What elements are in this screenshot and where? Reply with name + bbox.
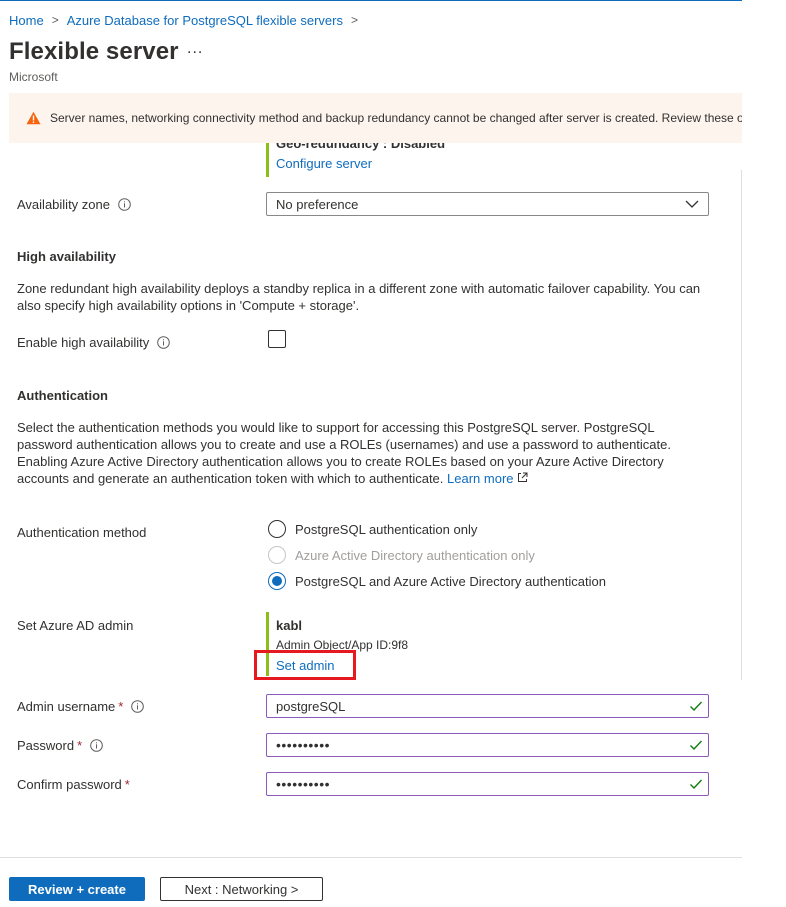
page-title: Flexible server xyxy=(9,38,179,65)
form-scroll-area[interactable]: Geo-redundancy : Disabled Configure serv… xyxy=(0,143,742,855)
radio-aad-only[interactable]: Azure Active Directory authentication on… xyxy=(268,546,535,564)
confirm-password-label: Confirm password * xyxy=(17,777,130,792)
breadcrumb-flexible-servers[interactable]: Azure Database for PostgreSQL flexible s… xyxy=(67,13,343,28)
geo-redundancy-text: Geo-redundancy : Disabled xyxy=(276,143,446,151)
enable-high-availability-label-text: Enable high availability xyxy=(17,335,150,350)
checkmark-icon xyxy=(690,701,703,712)
confirm-password-input[interactable]: •••••••••• xyxy=(266,772,709,796)
radio-postgresql-and-aad[interactable]: PostgreSQL and Azure Active Directory au… xyxy=(268,572,606,590)
configure-server-link[interactable]: Configure server xyxy=(276,156,372,171)
radio-label: Azure Active Directory authentication on… xyxy=(295,547,535,563)
radio-label: PostgreSQL and Azure Active Directory au… xyxy=(295,573,606,589)
chevron-down-icon xyxy=(685,200,699,208)
info-icon[interactable] xyxy=(157,336,171,349)
publisher-label: Microsoft xyxy=(9,70,58,84)
password-label-text: Password xyxy=(17,738,75,753)
radio-button-selected[interactable] xyxy=(268,572,286,590)
availability-zone-label: Availability zone xyxy=(17,197,131,212)
warning-banner: Server names, networking connectivity me… xyxy=(9,93,742,143)
external-link-icon xyxy=(518,472,528,482)
learn-more-link[interactable]: Learn more xyxy=(447,471,528,486)
password-input[interactable]: •••••••••• xyxy=(266,733,709,757)
checkmark-icon xyxy=(690,740,703,751)
radio-label: PostgreSQL authentication only xyxy=(295,521,478,537)
radio-postgresql-only[interactable]: PostgreSQL authentication only xyxy=(268,520,477,538)
availability-zone-value: No preference xyxy=(276,196,359,212)
radio-button[interactable] xyxy=(268,520,286,538)
password-value: •••••••••• xyxy=(276,737,331,753)
review-create-button[interactable]: Review + create xyxy=(9,877,145,901)
warning-icon xyxy=(26,111,41,125)
breadcrumb-home[interactable]: Home xyxy=(9,13,44,28)
radio-button[interactable] xyxy=(268,546,286,564)
warning-text: Server names, networking connectivity me… xyxy=(50,111,742,125)
learn-more-text: Learn more xyxy=(447,471,514,486)
breadcrumb-separator: > xyxy=(51,13,59,27)
required-marker: * xyxy=(124,777,130,792)
confirm-password-value: •••••••••• xyxy=(276,776,331,792)
info-icon[interactable] xyxy=(131,700,145,713)
required-marker: * xyxy=(77,738,83,753)
password-label: Password * xyxy=(17,738,103,753)
breadcrumb-separator: > xyxy=(350,13,358,27)
authentication-description: Select the authentication methods you wo… xyxy=(17,419,712,487)
confirm-password-label-text: Confirm password xyxy=(17,777,122,792)
authentication-description-text: Select the authentication methods you wo… xyxy=(17,420,671,486)
next-networking-button[interactable]: Next : Networking > xyxy=(160,877,323,901)
admin-username-input[interactable]: postgreSQL xyxy=(266,694,709,718)
enable-high-availability-label: Enable high availability xyxy=(17,335,171,350)
checkmark-icon xyxy=(690,779,703,790)
more-options-icon[interactable]: ... xyxy=(187,40,203,58)
availability-zone-label-text: Availability zone xyxy=(17,197,110,212)
admin-username-label: Admin username * xyxy=(17,699,145,714)
top-accent-line xyxy=(0,0,742,1)
info-icon[interactable] xyxy=(118,198,131,211)
info-icon[interactable] xyxy=(90,739,103,752)
ad-admin-name: kabl xyxy=(276,618,303,633)
availability-zone-select[interactable]: No preference xyxy=(266,192,709,216)
footer-divider xyxy=(0,857,742,858)
summary-bar xyxy=(266,143,269,177)
authentication-method-label: Authentication method xyxy=(17,525,147,540)
authentication-heading: Authentication xyxy=(17,388,108,403)
set-admin-highlight-box xyxy=(254,650,356,680)
admin-username-value: postgreSQL xyxy=(276,698,346,714)
enable-high-availability-checkbox[interactable] xyxy=(268,330,286,348)
breadcrumb: Home > Azure Database for PostgreSQL fle… xyxy=(9,12,366,28)
required-marker: * xyxy=(118,699,124,714)
admin-username-label-text: Admin username xyxy=(17,699,116,714)
scrollbar-track[interactable] xyxy=(741,170,742,680)
set-azure-ad-admin-label: Set Azure AD admin xyxy=(17,618,134,633)
high-availability-description: Zone redundant high availability deploys… xyxy=(17,281,701,313)
high-availability-heading: High availability xyxy=(17,249,116,264)
